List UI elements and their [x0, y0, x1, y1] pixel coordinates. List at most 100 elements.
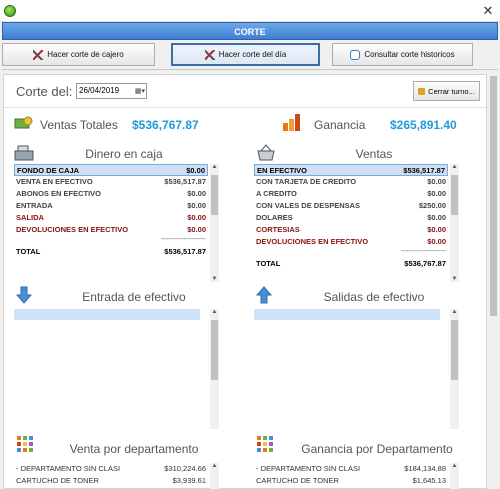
dinero-scrollbar[interactable]: ▲ ▼ [210, 164, 219, 282]
window-title: CORTE [2, 22, 498, 40]
corte-cajero-label: Hacer corte de cajero [47, 50, 124, 59]
row-value: $0.00 [187, 189, 206, 198]
scroll-thumb[interactable] [451, 175, 458, 215]
separator-dashes: ------------------ [161, 234, 206, 243]
row-value: $0.00 [427, 225, 446, 234]
row-label: ENTRADA [16, 201, 53, 210]
list-item[interactable]: CON VALES DE DESPENSAS $250.00 [254, 200, 448, 212]
entrada-efectivo-title: Entrada de efectivo [82, 290, 186, 304]
scroll-up-icon[interactable]: ▲ [210, 309, 219, 315]
dinero-en-caja-title: Dinero en caja [85, 147, 163, 161]
row-value: $1,645.13 [412, 476, 446, 485]
row-label: CARTUCHO DE TONER [16, 476, 99, 485]
venta-departamento-title: Venta por departamento [69, 442, 199, 456]
scroll-up-icon[interactable]: ▲ [210, 164, 219, 170]
row-label: DEVOLUCIONES EN EFECTIVO [256, 237, 369, 246]
row-value: $536,517.87 [164, 177, 206, 186]
money-icon [14, 116, 33, 129]
scroll-up-icon[interactable]: ▲ [450, 309, 459, 315]
scroll-up-icon[interactable]: ▲ [450, 164, 459, 170]
date-picker[interactable]: 26/04/2019 ▦▾ [76, 83, 147, 99]
row-label: VENTA EN EFECTIVO [16, 177, 93, 186]
consultar-label: Consultar corte historicos [364, 50, 455, 59]
ganancia-depto-scrollbar[interactable]: ▲ [450, 463, 459, 489]
list-item[interactable]: ENTRADA $0.00 [14, 200, 208, 212]
ganancia-label: Ganancia [314, 118, 366, 132]
corte-dia-button[interactable]: Hacer corte del día [171, 43, 320, 66]
grid-icon [17, 436, 33, 452]
list-item[interactable]: A CREDITO $0.00 [254, 188, 448, 200]
row-value: $3,939.61 [172, 476, 206, 485]
row-value: $0.00 [187, 201, 206, 210]
cerrar-turno-label: Cerrar turno... [428, 86, 475, 96]
row-label: - DEPARTAMENTO SIN CLASI [256, 464, 361, 473]
scroll-up-icon[interactable]: ▲ [210, 463, 219, 469]
salidas-efectivo-list[interactable] [254, 309, 440, 320]
main-scroll-thumb[interactable] [490, 76, 497, 316]
list-item[interactable]: CARTUCHO DE TONER $1,645.13 [254, 475, 448, 487]
cerrar-turno-button[interactable]: Cerrar turno... [413, 81, 480, 101]
row-label: CARTUCHO DE TONER [256, 476, 339, 485]
list-item[interactable]: CARTUCHO DE TONER $3,939.61 [14, 475, 208, 487]
app-icon [4, 4, 16, 17]
ventas-list: EN EFECTIVO $536,517.87 CON TARJETA DE CR… [254, 164, 448, 270]
corte-dia-label: Hacer corte del día [218, 50, 287, 59]
ventas-totales-value: $536,767.87 [132, 118, 199, 132]
list-item[interactable]: DOLARES $0.00 [254, 212, 448, 224]
row-label: FONDO DE CAJA [17, 166, 80, 175]
scroll-thumb[interactable] [211, 320, 218, 380]
list-item[interactable]: - DEPARTAMENTO SIN CLASI $184,134.88 [254, 463, 448, 475]
row-label: CORTESIAS [256, 225, 300, 234]
row-label: DOLARES [256, 213, 293, 222]
separator-dashes: ------------------ [401, 246, 446, 255]
ganancia-departamento-list: - DEPARTAMENTO SIN CLASI $184,134.88 CART… [254, 463, 448, 487]
row-label: SALIDA [16, 213, 44, 222]
ventas-scrollbar[interactable]: ▲ ▼ [450, 164, 459, 282]
salidas-scrollbar[interactable]: ▲ [450, 309, 459, 429]
row-label: CON TARJETA DE CREDITO [256, 177, 357, 186]
toolbar: Hacer corte de cajero Hacer corte del dí… [2, 40, 498, 70]
ventas-title: Ventas [355, 147, 393, 161]
scissors-icon [204, 49, 215, 60]
main-scrollbar[interactable] [488, 74, 498, 489]
ganancia-value: $265,891.40 [390, 118, 457, 132]
list-item[interactable]: SALIDA $0.00 [14, 212, 208, 224]
scroll-thumb[interactable] [451, 320, 458, 380]
row-label: EN EFECTIVO [257, 166, 308, 175]
row-value: $0.00 [427, 213, 446, 222]
corte-window: ✕ CORTE Hacer corte de cajero Hacer cort… [0, 0, 500, 489]
list-item[interactable]: CON TARJETA DE CREDITO $0.00 [254, 176, 448, 188]
row-value: $0.00 [187, 213, 206, 222]
row-label: DEVOLUCIONES EN EFECTIVO [16, 225, 129, 234]
total-value: $536,517.87 [164, 247, 206, 256]
total-label: TOTAL [256, 259, 281, 268]
list-item[interactable]: - DEPARTAMENTO SIN CLASI $310,224.66 [14, 463, 208, 475]
row-label: ABONOS EN EFECTIVO [16, 189, 102, 198]
row-value: $0.00 [427, 189, 446, 198]
entrada-scrollbar[interactable]: ▲ [210, 309, 219, 429]
scroll-down-icon[interactable]: ▼ [450, 276, 459, 282]
corte-label: Corte del: [16, 84, 73, 99]
title-bar: ✕ [0, 0, 500, 22]
list-item[interactable]: ABONOS EN EFECTIVO $0.00 [14, 188, 208, 200]
row-label: A CREDITO [256, 189, 297, 198]
venta-depto-scrollbar[interactable]: ▲ [210, 463, 219, 489]
ganancia-departamento-title: Ganancia por Departamento [301, 442, 453, 456]
scroll-thumb[interactable] [211, 175, 218, 215]
close-icon[interactable]: ✕ [480, 3, 496, 19]
scroll-up-icon[interactable]: ▲ [450, 463, 459, 469]
total-row: TOTAL $536,767.87 [254, 258, 448, 270]
calendar-dropdown-icon[interactable]: ▦▾ [135, 85, 145, 99]
list-item[interactable]: VENTA EN EFECTIVO $536,517.87 [14, 176, 208, 188]
corte-header: Corte del: 26/04/2019 ▦▾ Cerrar turno... [4, 75, 486, 108]
list-item[interactable]: FONDO DE CAJA $0.00 [14, 164, 208, 176]
row-value: $310,224.66 [164, 464, 206, 473]
entrada-efectivo-list[interactable] [14, 309, 200, 320]
list-item[interactable]: CORTESIAS $0.00 [254, 224, 448, 236]
list-item[interactable]: EN EFECTIVO $536,517.87 [254, 164, 448, 176]
row-value: $0.00 [427, 177, 446, 186]
consultar-historicos-button[interactable]: Consultar corte historicos [332, 43, 473, 66]
corte-cajero-button[interactable]: Hacer corte de cajero [2, 43, 155, 66]
scroll-down-icon[interactable]: ▼ [210, 276, 219, 282]
total-row: TOTAL $536,517.87 [14, 246, 208, 258]
